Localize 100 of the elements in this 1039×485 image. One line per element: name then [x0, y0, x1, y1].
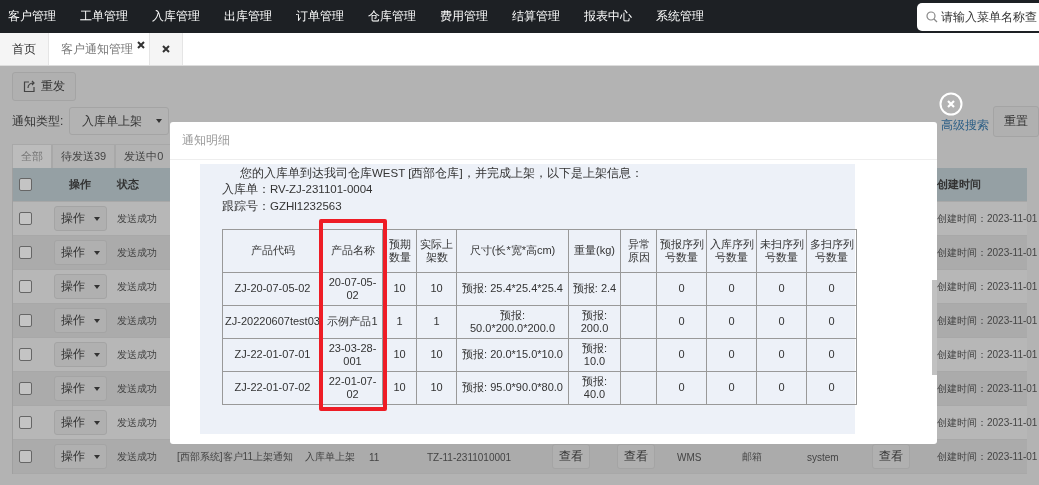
row-checkbox[interactable] [19, 416, 32, 429]
table-cell: 0 [828, 381, 835, 394]
table-cell: 20-07-05-02 [328, 275, 377, 301]
column-header: 预期数量 [388, 237, 411, 263]
status-text: 发送成功 [117, 347, 157, 362]
table-cell: 0 [678, 348, 685, 361]
table-cell: 10 [430, 381, 443, 394]
nav-menu-item[interactable]: 仓库管理 [368, 9, 416, 24]
table-cell: 0 [828, 348, 835, 361]
view-button[interactable]: 查看 [617, 444, 655, 469]
table-cell: 入库单上架 [305, 450, 355, 462]
table-cell: TZ-11-2311010001 [427, 451, 512, 463]
table-cell: 邮箱 [742, 450, 762, 462]
page-tab[interactable]: 首页 [0, 33, 49, 65]
column-header: 异常原因 [627, 237, 650, 263]
table-cell: 0 [728, 348, 735, 361]
operation-dropdown-button[interactable]: 操作 [53, 240, 107, 265]
row-checkbox[interactable] [19, 246, 32, 259]
table-cell: 0 [778, 381, 785, 394]
created-time-text: 创建时间：2023-11-01 [937, 347, 1038, 362]
column-header: 操作 [69, 177, 91, 192]
operation-dropdown-button[interactable]: 操作 [53, 206, 107, 231]
operation-dropdown-button[interactable]: 操作 [53, 274, 107, 299]
column-header: 状态 [117, 177, 139, 192]
table-cell: 预报: 10.0 [581, 341, 608, 367]
table-cell: 预报: 20.0*15.0*10.0 [462, 348, 563, 361]
row-checkbox[interactable] [19, 280, 32, 293]
view-button[interactable]: 查看 [872, 444, 910, 469]
nav-menu-item[interactable]: 结算管理 [512, 9, 560, 24]
table-cell: 11 [369, 451, 380, 463]
table-cell: 0 [828, 282, 835, 295]
table-cell: 0 [678, 315, 685, 328]
dialog-title: 通知明细 [170, 122, 937, 160]
operation-dropdown-button[interactable]: 操作 [53, 410, 107, 435]
nav-menu-item[interactable]: 报表中心 [584, 9, 632, 24]
nav-menu-item[interactable]: 工单管理 [80, 9, 128, 24]
nav-menu-item[interactable]: 费用管理 [440, 9, 488, 24]
status-text: 发送成功 [117, 211, 157, 226]
row-checkbox[interactable] [19, 450, 32, 463]
table-cell: 0 [678, 381, 685, 394]
nav-menu-item[interactable]: 客户管理 [8, 9, 56, 24]
column-header: 多扫序列号数量 [809, 237, 854, 263]
created-time-text: 创建时间：2023-11-01 [937, 449, 1038, 464]
inbound-number-text: 入库单：RV-ZJ-231101-0004 [222, 182, 374, 197]
table-cell: 预报: 40.0 [581, 374, 608, 400]
table-cell: 1 [433, 315, 440, 328]
column-header: 创建时间 [937, 177, 981, 192]
select-all-checkbox[interactable] [19, 178, 32, 191]
scrollbar[interactable] [932, 280, 937, 375]
table-cell: ZJ-20-07-05-02 [234, 282, 311, 295]
nav-menu-item[interactable]: 入库管理 [152, 9, 200, 24]
row-checkbox[interactable] [19, 212, 32, 225]
message-text: 您的入库单到达我司仓库WEST [西部仓库]，并完成上架，以下是上架信息： [239, 166, 644, 181]
status-text: 发送成功 [117, 279, 157, 294]
table-cell: 10 [393, 348, 406, 361]
row-checkbox[interactable] [19, 382, 32, 395]
status-text: 发送成功 [117, 449, 157, 464]
table-cell: 预报: 200.0 [580, 308, 609, 334]
resend-button[interactable]: 重发 [12, 71, 76, 101]
table-cell: 1 [396, 315, 403, 328]
nav-menu-item[interactable]: 出库管理 [224, 9, 272, 24]
status-text: 发送成功 [117, 415, 157, 430]
table-cell: 0 [828, 315, 835, 328]
menu-search-field[interactable]: 请输入菜单名称查 [917, 2, 1039, 31]
close-icon[interactable] [137, 41, 145, 49]
table-cell: 预报: 2.4 [572, 282, 617, 295]
tracking-number-text: 跟踪号：GZHl1232563 [222, 199, 343, 214]
table-cell: 0 [728, 315, 735, 328]
table-cell: 0 [778, 315, 785, 328]
row-checkbox[interactable] [19, 314, 32, 327]
close-icon[interactable] [162, 45, 170, 53]
created-time-text: 创建时间：2023-11-01 [937, 415, 1038, 430]
table-cell: ZJ-22-01-07-02 [234, 381, 311, 394]
created-time-text: 创建时间：2023-11-01 [937, 211, 1038, 226]
row-checkbox[interactable] [19, 348, 32, 361]
notice-type-select[interactable]: 入库单上架 [69, 107, 170, 135]
table-cell: WMS [677, 451, 702, 463]
table-cell: [西部系统]客户11上架通知 [177, 450, 293, 462]
table-cell: ZJ-22-01-07-01 [234, 348, 311, 361]
reset-button[interactable]: 重置 [993, 105, 1039, 137]
table-cell: 0 [778, 348, 785, 361]
created-time-text: 创建时间：2023-11-01 [937, 245, 1038, 260]
operation-dropdown-button[interactable]: 操作 [53, 342, 107, 367]
column-header: 入库序列号数量 [709, 237, 754, 263]
created-time-text: 创建时间：2023-11-01 [937, 279, 1038, 294]
column-header: 尺寸(长*宽*高cm) [469, 244, 556, 257]
operation-dropdown-button[interactable]: 操作 [53, 444, 107, 469]
view-button[interactable]: 查看 [552, 444, 590, 469]
share-icon [23, 79, 36, 93]
advanced-search-link[interactable]: 高级搜索 [941, 116, 989, 134]
table-cell: 预报: 25.4*25.4*25.4 [462, 282, 563, 295]
column-header: 产品代码 [250, 244, 295, 257]
operation-dropdown-button[interactable]: 操作 [53, 376, 107, 401]
table-cell: 22-01-07-02 [328, 374, 377, 400]
page-tab[interactable] [150, 33, 183, 65]
table-cell: 23-03-28-001 [328, 341, 377, 367]
column-header: 未扫序列号数量 [759, 237, 804, 263]
nav-menu-item[interactable]: 订单管理 [296, 9, 344, 24]
nav-menu-item[interactable]: 系统管理 [656, 9, 704, 24]
operation-dropdown-button[interactable]: 操作 [53, 308, 107, 333]
